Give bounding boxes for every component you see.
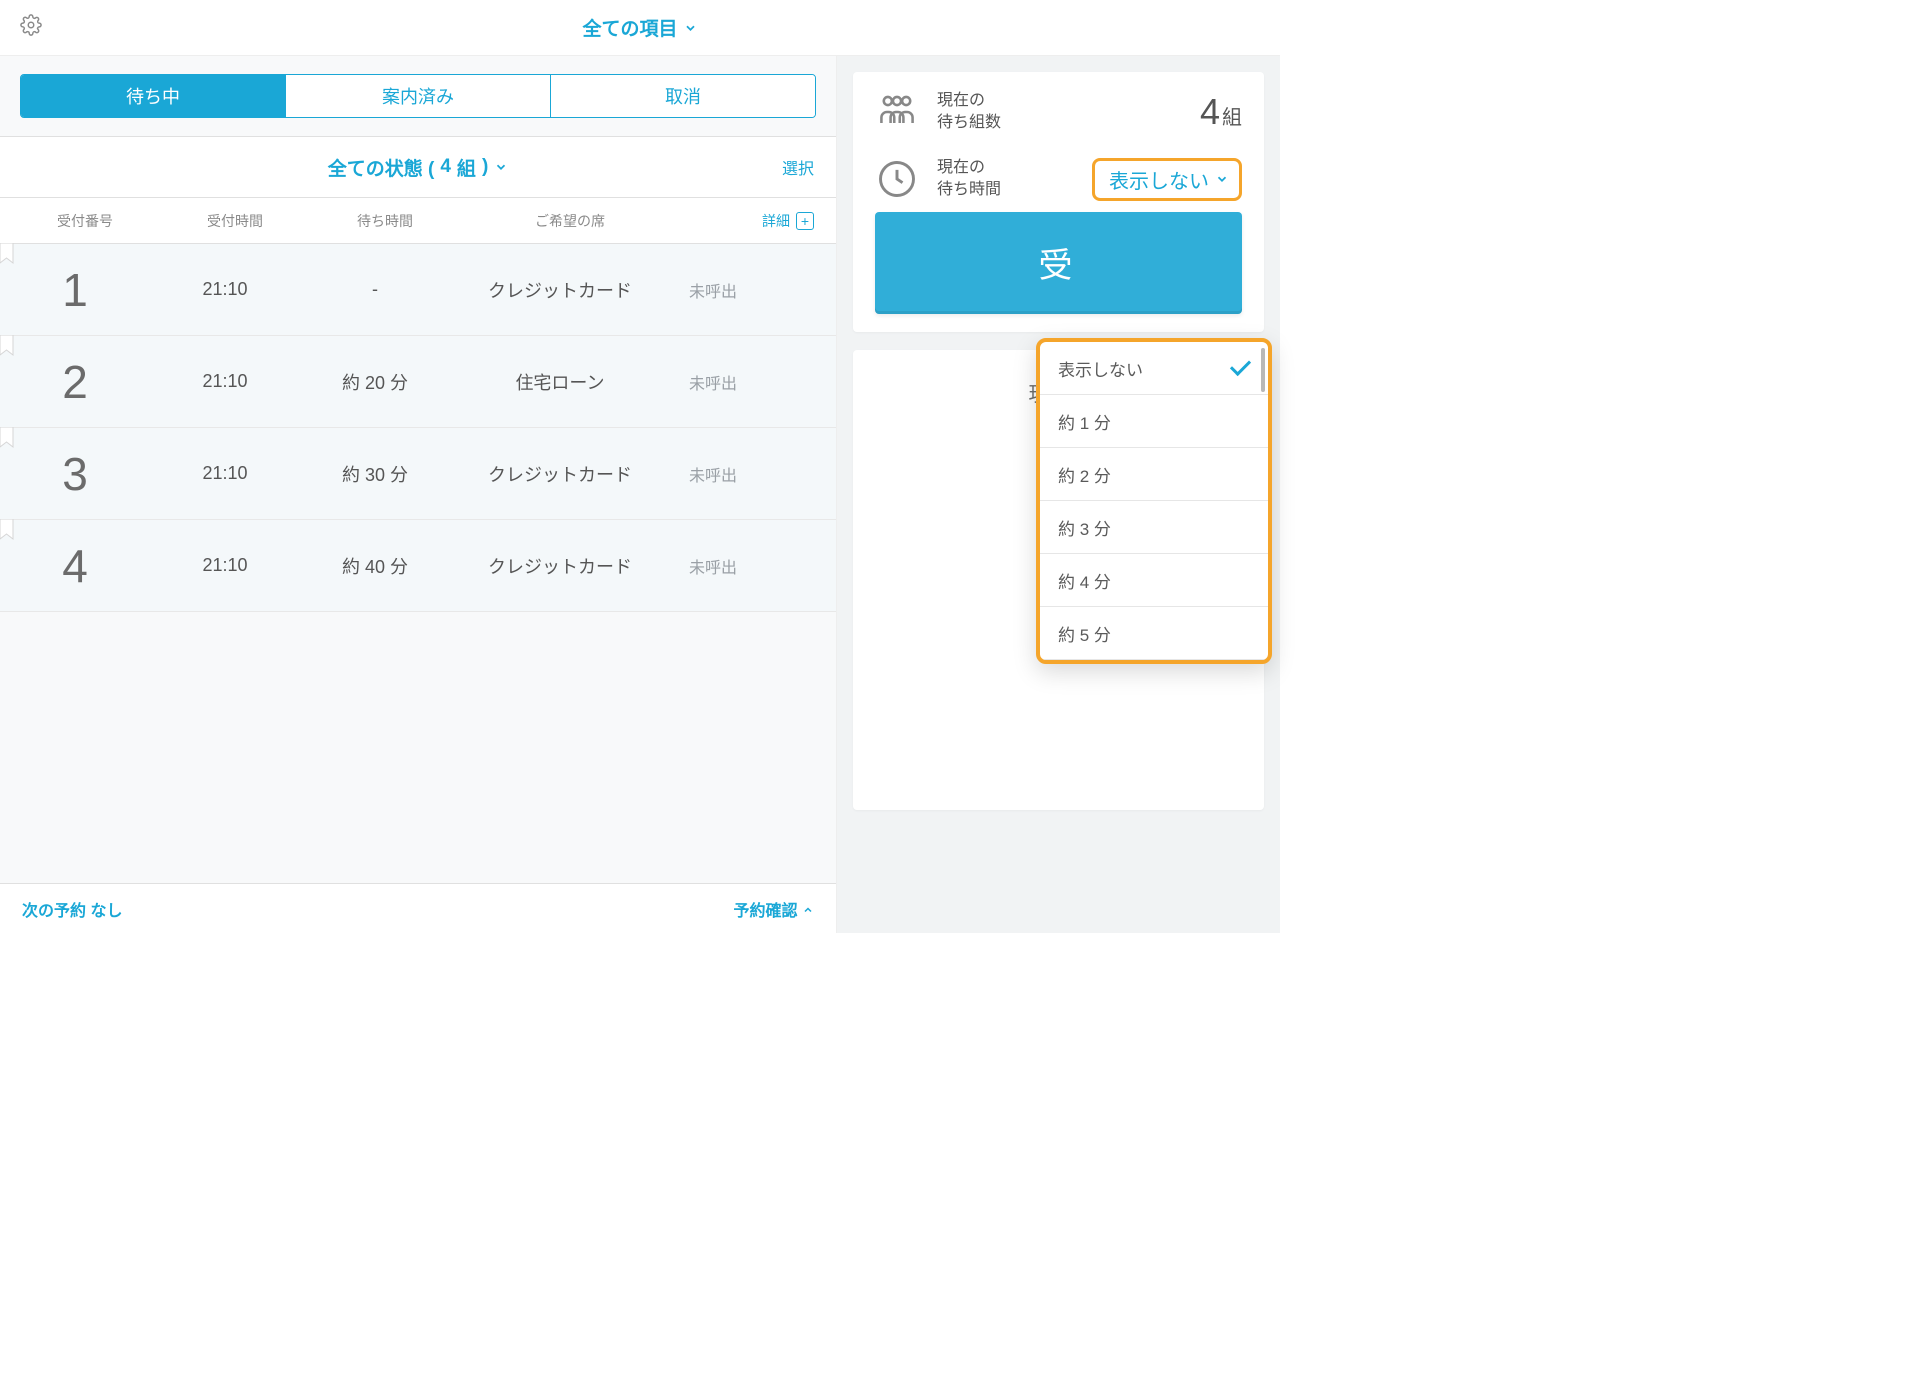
queue-row[interactable]: 2 21:10 約 20 分 住宅ローン 未呼出: [0, 336, 836, 428]
col-time: 受付時間: [160, 211, 310, 231]
row-seat: クレジットカード: [450, 277, 670, 303]
clock-icon: [875, 157, 919, 201]
filter-row: 全ての状態 (4組) 選択: [0, 136, 836, 198]
detail-link[interactable]: 詳細: [762, 211, 790, 231]
row-time: 21:10: [150, 279, 300, 300]
row-seat: クレジットカード: [450, 461, 670, 487]
confirm-reservation-text: 予約確認: [734, 903, 798, 920]
wait-time-label: 現在の 待ち時間: [937, 157, 1074, 202]
tab-waiting[interactable]: 待ち中: [21, 75, 285, 117]
bookmark-icon: [0, 427, 15, 449]
wait-time-option[interactable]: 約 4 分: [1040, 554, 1268, 607]
queue-row[interactable]: 1 21:10 - クレジットカード 未呼出: [0, 244, 836, 336]
bookmark-icon: [0, 243, 15, 265]
row-time: 21:10: [150, 463, 300, 484]
row-status: 未呼出: [670, 278, 836, 302]
group-count-label: 現在の 待ち組数: [937, 90, 1182, 135]
chevron-up-icon: [802, 904, 814, 916]
wait-time-popover: 表示しない約 1 分約 2 分約 3 分約 4 分約 5 分: [1036, 338, 1272, 664]
row-status: 未呼出: [670, 370, 836, 394]
row-wait: -: [300, 279, 450, 300]
wait-time-option[interactable]: 約 3 分: [1040, 501, 1268, 554]
row-time: 21:10: [150, 555, 300, 576]
row-wait: 約 40 分: [300, 553, 450, 579]
receive-button[interactable]: 受: [875, 212, 1242, 314]
tab-cancelled[interactable]: 取消: [550, 75, 815, 117]
status-tabs: 待ち中 案内済み 取消: [20, 74, 816, 118]
queue-rows: 1 21:10 - クレジットカード 未呼出 2 21:10 約 20 分 住宅…: [0, 244, 836, 612]
right-panel: 現在の 待ち組数 4組 現在の 待ち時間 表示しない: [837, 56, 1280, 933]
gear-icon[interactable]: [20, 14, 42, 41]
wait-time-dropdown[interactable]: 表示しない: [1092, 158, 1242, 201]
row-seat: クレジットカード: [450, 553, 670, 579]
stat-groups: 現在の 待ち組数 4組: [875, 90, 1242, 135]
row-status: 未呼出: [670, 462, 836, 486]
wait-time-option[interactable]: 約 5 分: [1040, 607, 1268, 660]
wait-time-option[interactable]: 表示しない: [1040, 342, 1268, 395]
header-bar: 全ての項目: [0, 0, 1280, 56]
row-wait: 約 20 分: [300, 369, 450, 395]
row-wait: 約 30 分: [300, 461, 450, 487]
left-panel: 待ち中 案内済み 取消 全ての状態 (4組) 選択 受付番号 受付時間 待ち時間…: [0, 56, 837, 933]
wait-time-option[interactable]: 約 1 分: [1040, 395, 1268, 448]
chevron-down-icon: [684, 21, 698, 35]
row-number: 2: [0, 355, 150, 409]
wait-time-option[interactable]: 約 2 分: [1040, 448, 1268, 501]
group-count-value: 4組: [1200, 91, 1242, 133]
queue-row[interactable]: 4 21:10 約 40 分 クレジットカード 未呼出: [0, 520, 836, 612]
confirm-reservation-link[interactable]: 予約確認: [734, 897, 814, 921]
filter-unit: 組: [457, 154, 476, 181]
filter-label-prefix: 全ての状態 (: [328, 154, 435, 181]
column-headers: 受付番号 受付時間 待ち時間 ご希望の席 詳細 +: [0, 198, 836, 244]
plus-icon[interactable]: +: [796, 212, 814, 230]
bookmark-icon: [0, 519, 15, 541]
row-number: 4: [0, 539, 150, 593]
select-link[interactable]: 選択: [782, 155, 814, 179]
col-wait: 待ち時間: [310, 211, 460, 231]
col-seat: ご希望の席: [460, 211, 680, 231]
chevron-down-icon: [494, 160, 508, 174]
stats-card: 現在の 待ち組数 4組 現在の 待ち時間 表示しない: [853, 72, 1264, 332]
tab-guided[interactable]: 案内済み: [285, 75, 550, 117]
col-number: 受付番号: [10, 211, 160, 231]
row-number: 1: [0, 263, 150, 317]
receive-button-label: 受: [1039, 238, 1079, 287]
row-seat: 住宅ローン: [450, 369, 670, 395]
header-title-text: 全ての項目: [582, 14, 677, 41]
filter-dropdown[interactable]: 全ての状態 (4組): [328, 154, 509, 181]
filter-count: 4: [440, 156, 451, 178]
row-time: 21:10: [150, 371, 300, 392]
bookmark-icon: [0, 335, 15, 357]
row-number: 3: [0, 447, 150, 501]
row-status: 未呼出: [670, 554, 836, 578]
next-reservation-label: 次の予約 なし: [22, 897, 122, 921]
chevron-down-icon: [1215, 172, 1229, 186]
left-footer: 次の予約 なし 予約確認: [0, 883, 836, 933]
people-icon: [875, 90, 919, 134]
header-title-dropdown[interactable]: 全ての項目: [582, 14, 697, 41]
wait-time-value: 表示しない: [1109, 165, 1209, 194]
filter-label-suffix: ): [482, 156, 488, 178]
queue-row[interactable]: 3 21:10 約 30 分 クレジットカード 未呼出: [0, 428, 836, 520]
stat-wait-time: 現在の 待ち時間 表示しない: [875, 157, 1242, 202]
